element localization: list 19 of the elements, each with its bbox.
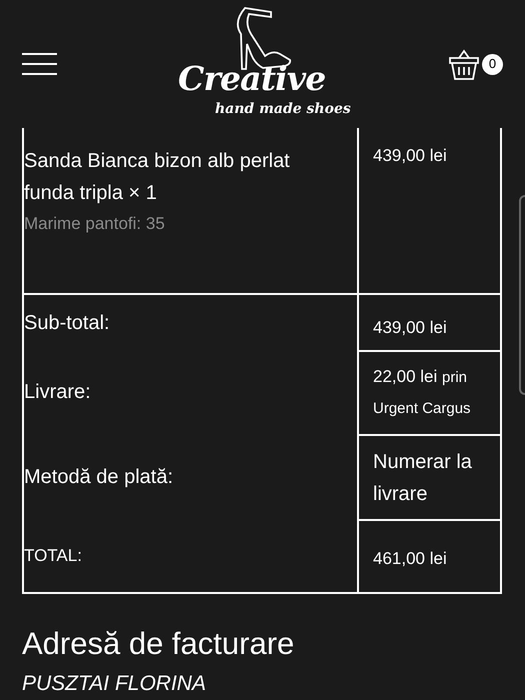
table-cell: Numerar la livrare — [359, 434, 500, 519]
product-price: 439,00 lei — [373, 146, 447, 165]
menu-button[interactable] — [22, 53, 57, 75]
basket-icon[interactable] — [448, 48, 480, 80]
table-cell-text: 439,00 lei — [372, 317, 448, 339]
total-label: Sub-total: — [24, 310, 110, 336]
product-option: Marime pantofi: 35 — [24, 211, 357, 236]
total-label: Livrare: — [24, 380, 91, 405]
cart-count-badge: 0 — [482, 54, 503, 74]
table-cell: 461,00 lei — [359, 519, 500, 592]
total-label: TOTAL: — [24, 544, 82, 567]
logo-tagline: hand made shoes — [215, 102, 351, 116]
billing-name: PUSZTAI FLORINA — [22, 673, 207, 694]
logo[interactable]: Creative hand made shoes — [175, 2, 355, 120]
section-heading: Adresă de facturare — [22, 628, 296, 659]
table-cell: 22,00 lei prin Urgent Cargus — [359, 350, 500, 434]
logo-title: Creative — [178, 62, 326, 95]
total-label: Metodă de plată: — [24, 464, 173, 490]
product-name: Sanda Bianca bizon alb perlat funda tripla × 1 — [24, 149, 291, 206]
